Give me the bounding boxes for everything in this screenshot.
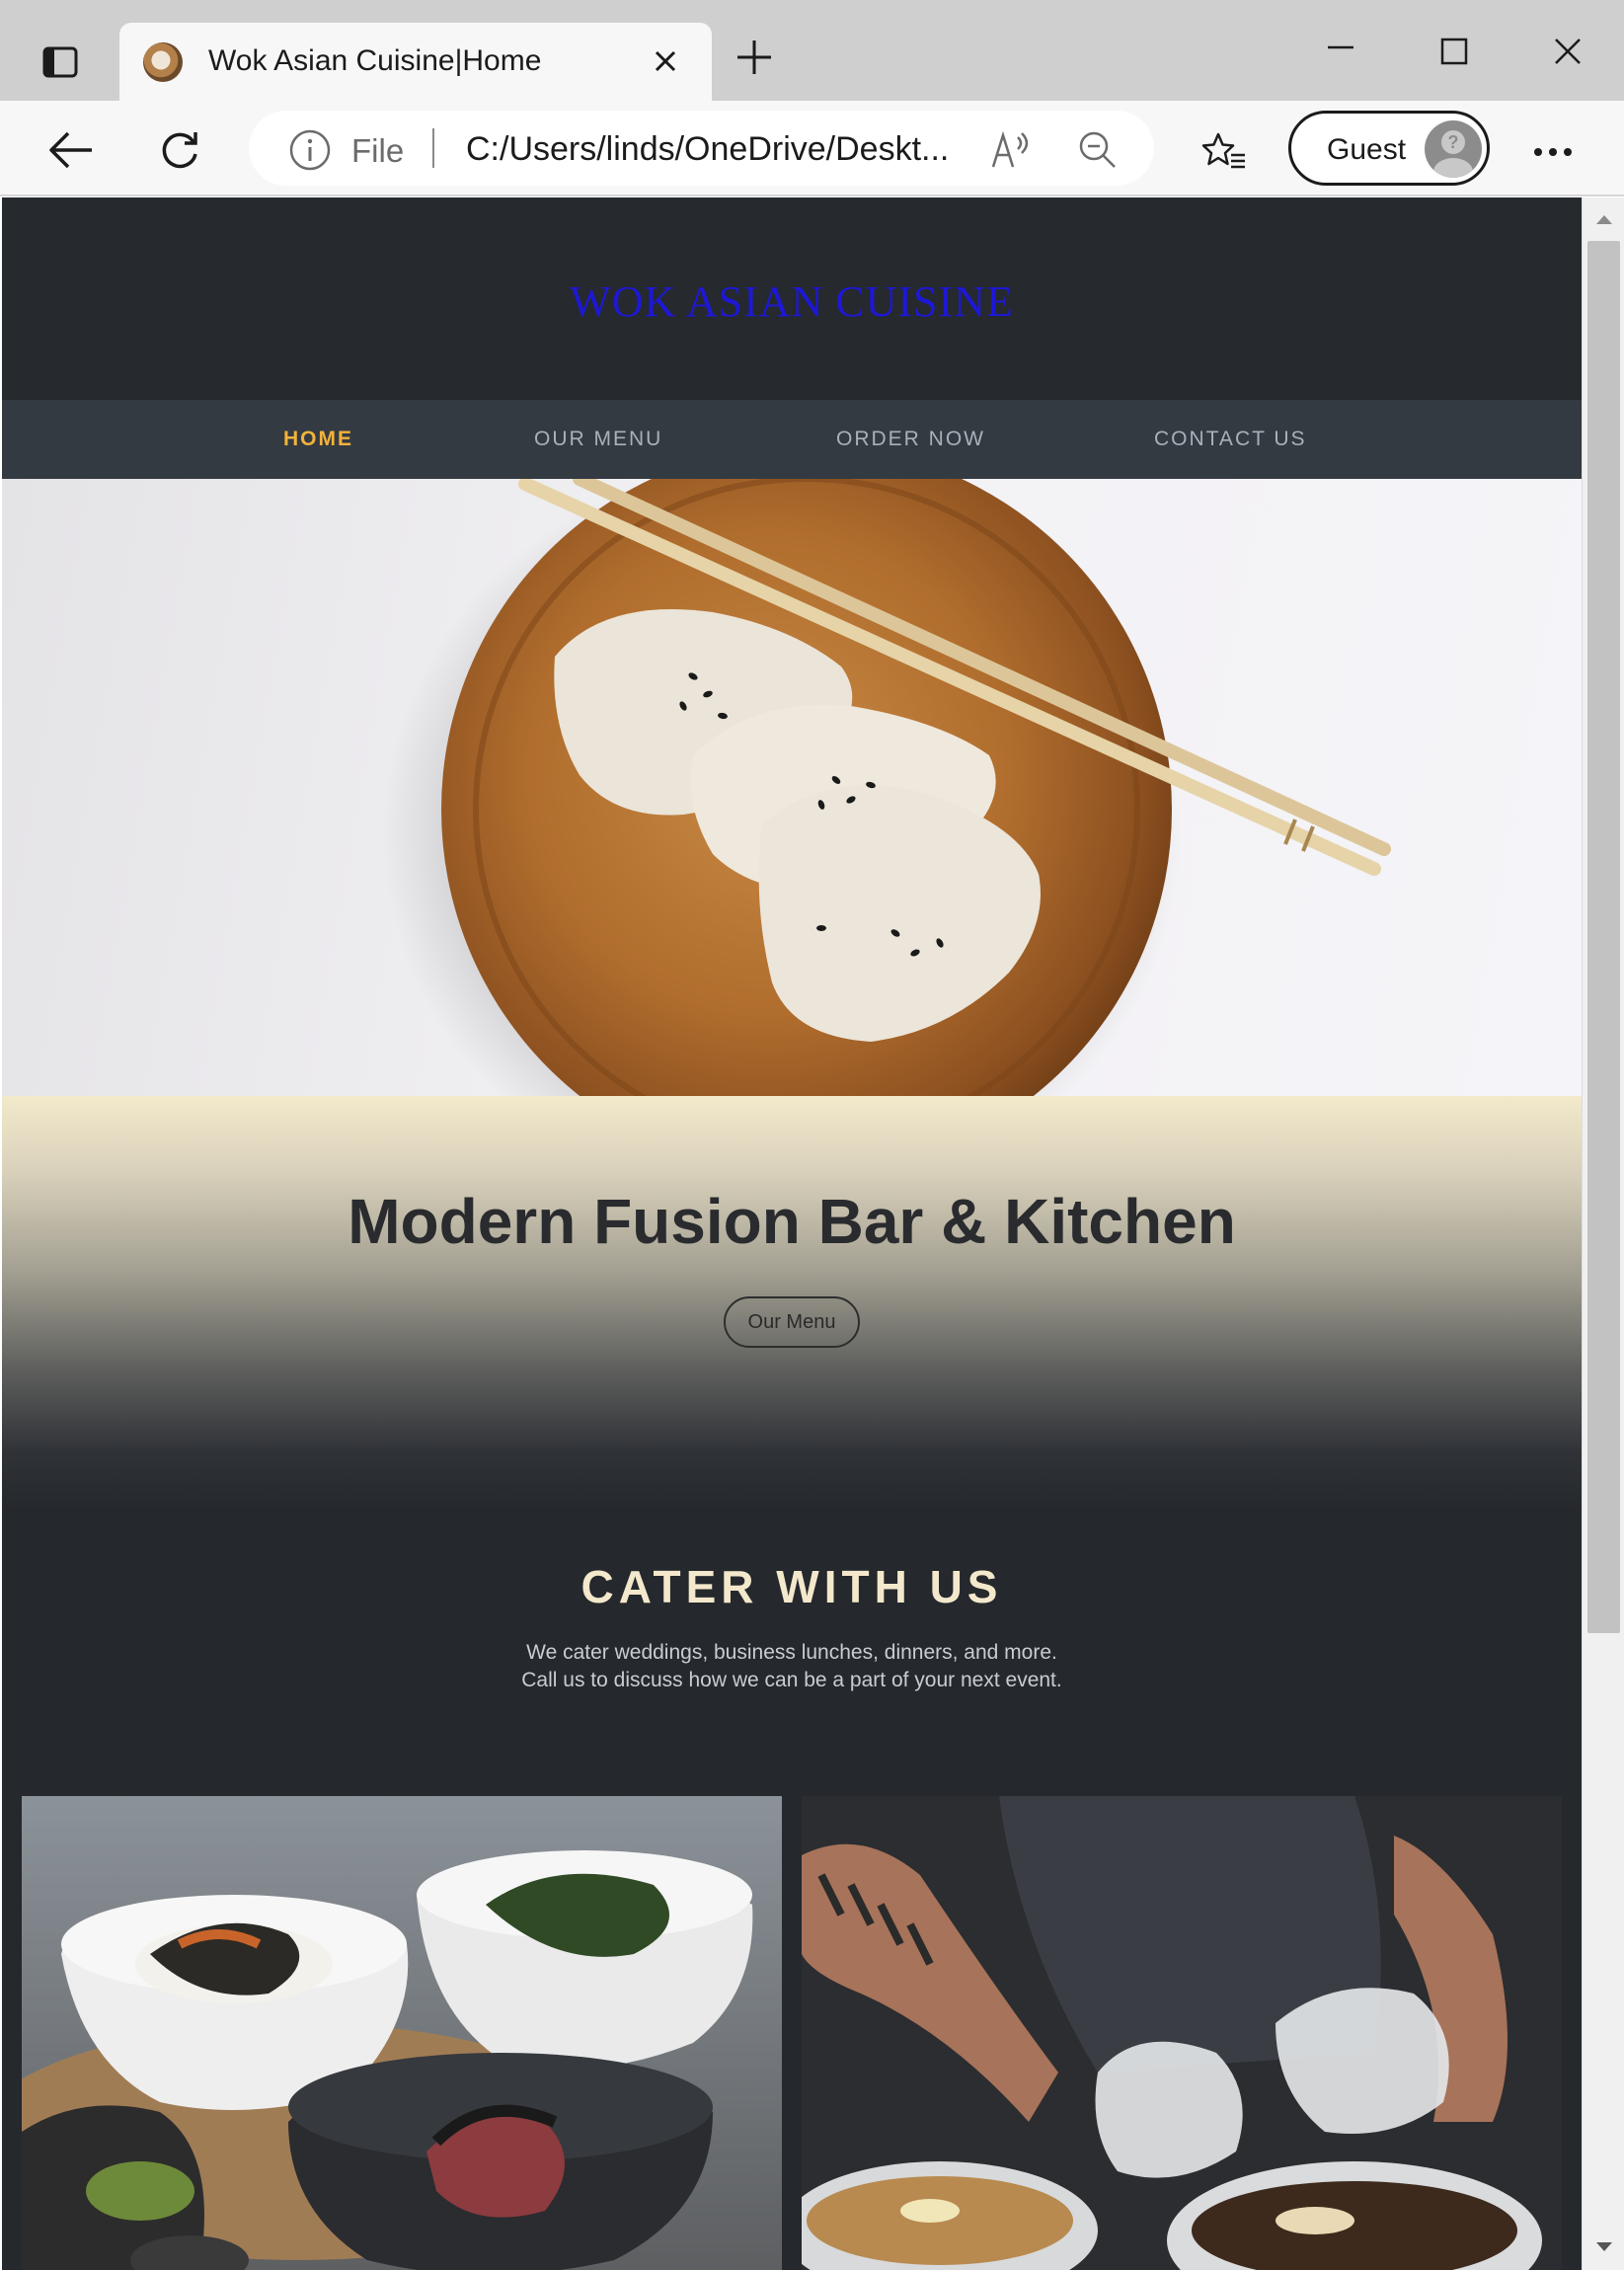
scroll-up-arrow-icon[interactable] [1590, 205, 1618, 233]
nav-our-menu[interactable]: OUR MENU [534, 428, 662, 451]
favorites-icon[interactable] [1197, 124, 1252, 180]
browser-tab[interactable]: Wok Asian Cuisine|Home [119, 23, 712, 102]
browser-tabstrip: Wok Asian Cuisine|Home [0, 0, 1624, 102]
back-arrow-icon[interactable] [39, 118, 103, 182]
nav-contact-us[interactable]: CONTACT US [1154, 428, 1307, 451]
minimize-icon[interactable] [1313, 20, 1368, 75]
tab-actions-icon[interactable] [28, 30, 93, 95]
scroll-down-arrow-icon[interactable] [1590, 2233, 1618, 2261]
svg-text:?: ? [1448, 132, 1459, 152]
hero-image [2, 479, 1582, 1096]
more-icon[interactable] [1525, 124, 1581, 180]
maximize-icon[interactable] [1427, 24, 1482, 79]
rice-bowls-photo [22, 1796, 782, 2270]
close-icon[interactable] [643, 39, 688, 84]
address-scheme: File [351, 132, 405, 169]
close-window-icon[interactable] [1540, 24, 1595, 79]
browser-toolbar: File C:/Users/linds/OneDrive/Deskt... Gu… [0, 101, 1624, 196]
zoom-out-icon[interactable] [1074, 126, 1121, 174]
profile-label: Guest [1327, 133, 1407, 166]
banner-title: Modern Fusion Bar & Kitchen [348, 1186, 1236, 1257]
page-scrollbar[interactable] [1582, 197, 1624, 2270]
address-separator [432, 128, 434, 168]
gallery-image-rice-bowls [22, 1796, 782, 2270]
cater-description-line-1: We cater weddings, business lunches, din… [526, 1641, 1057, 1664]
reload-icon[interactable] [148, 118, 211, 182]
scrollbar-thumb[interactable] [1587, 241, 1620, 1633]
site-logo[interactable]: WOK ASIAN CUISINE [2, 276, 1582, 327]
avatar: ? [1425, 120, 1482, 178]
nav-home[interactable]: HOME [283, 428, 353, 451]
address-bar[interactable]: File C:/Users/linds/OneDrive/Deskt... [249, 111, 1154, 186]
gallery-image-chef [802, 1796, 1562, 2270]
nav-order-now[interactable]: ORDER NOW [836, 428, 985, 451]
cater-title: CATER WITH US [580, 1561, 1003, 1612]
info-icon[interactable] [288, 128, 332, 172]
site-nav: HOME OUR MENU ORDER NOW CONTACT US [2, 400, 1582, 479]
cater-description-line-2: Call us to discuss how we can be a part … [521, 1669, 1062, 1691]
read-aloud-icon[interactable] [987, 126, 1035, 174]
site-header: WOK ASIAN CUISINE [2, 197, 1582, 400]
dumplings-plate-photo [382, 479, 1391, 1096]
profile-button[interactable]: Guest ? [1288, 111, 1490, 186]
dumpling-plate-favicon [143, 42, 183, 82]
address-url[interactable]: C:/Users/linds/OneDrive/Deskt... [466, 130, 949, 169]
banner-section: Modern Fusion Bar & Kitchen Our Menu [2, 1096, 1582, 1511]
chef-preparing-food-photo [802, 1796, 1562, 2270]
plus-icon[interactable] [727, 30, 782, 85]
page-viewport: WOK ASIAN CUISINE HOME OUR MENU ORDER NO… [2, 197, 1582, 2270]
our-menu-button[interactable]: Our Menu [724, 1296, 860, 1348]
tab-title: Wok Asian Cuisine|Home [208, 44, 542, 77]
